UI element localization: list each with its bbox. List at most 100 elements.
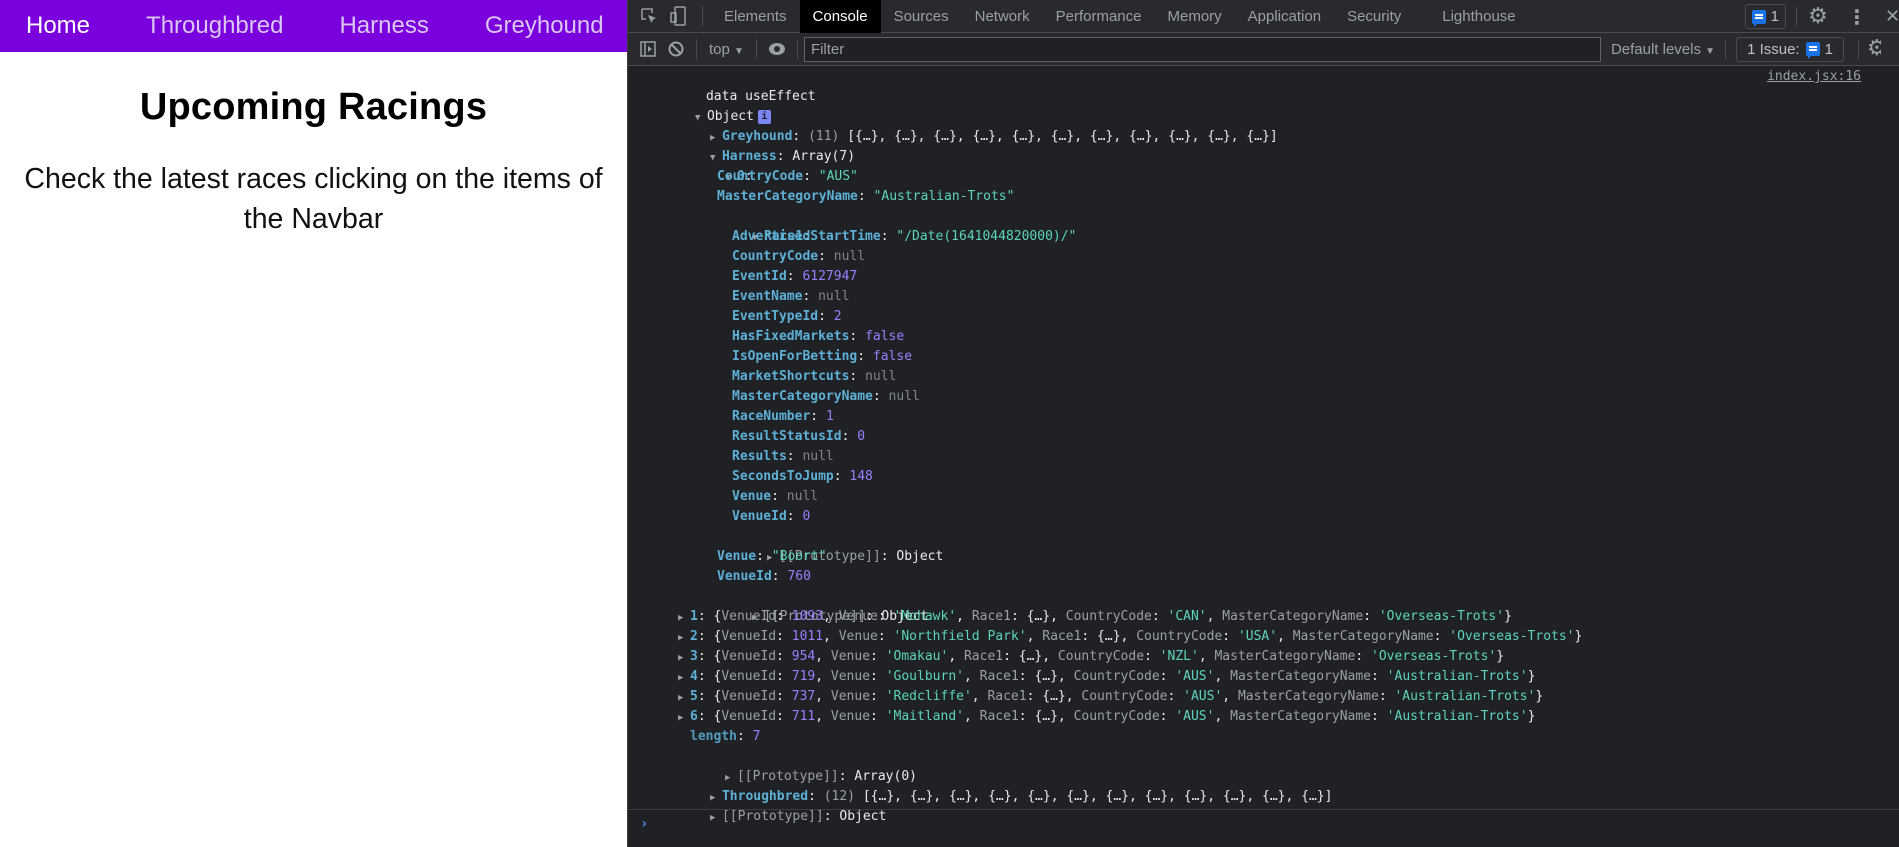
harness-item-row[interactable]: ▶ 4: {VenueId: 719, Venue: 'Goulburn', Ra… bbox=[628, 667, 1899, 687]
app-page: Home Throughbred Harness Greyhound Upcom… bbox=[0, 0, 627, 847]
prop-value: null bbox=[802, 449, 834, 464]
prop-value: 0 bbox=[857, 429, 866, 444]
harness-item-row[interactable]: ▶ 5: {VenueId: 737, Venue: 'Redcliffe', R… bbox=[628, 687, 1899, 707]
preview-key: Venue bbox=[830, 709, 871, 724]
collapsed-arrow-icon[interactable]: ▶ bbox=[678, 668, 690, 688]
prop-value: 2 bbox=[833, 309, 842, 324]
prop-key: VenueId bbox=[717, 569, 772, 584]
race1-prop-row: EventId: 6127947 bbox=[732, 269, 858, 284]
harness-item-row[interactable]: ▶ 1: {VenueId: 1093, Venue: 'Mohawk', Rac… bbox=[628, 607, 1899, 627]
prop-value: 0 bbox=[802, 509, 811, 524]
tab-application[interactable]: Application bbox=[1235, 0, 1334, 33]
prop-key: CountryCode bbox=[717, 169, 804, 184]
preview-value: 'Overseas-Trots' bbox=[1449, 629, 1575, 644]
tree-root[interactable]: ▼ Object i bbox=[628, 87, 1899, 124]
prop-value: "/Date(1641044820000)/" bbox=[896, 229, 1077, 244]
filter-input[interactable] bbox=[803, 36, 1601, 62]
divider bbox=[696, 39, 697, 59]
tab-console[interactable]: Console bbox=[799, 0, 881, 33]
tab-sources[interactable]: Sources bbox=[881, 0, 962, 33]
issues-button[interactable]: 1 Issue: 1 bbox=[1736, 36, 1844, 62]
prop-key: length bbox=[690, 729, 737, 744]
preview-key: Race1 bbox=[963, 649, 1004, 664]
prop-key: MasterCategoryName bbox=[717, 189, 858, 204]
preview-key: VenueId bbox=[721, 709, 777, 724]
nav-greyhound[interactable]: Greyhound bbox=[485, 12, 604, 40]
log-message: data useEffect index.jsx:16 bbox=[628, 67, 1899, 104]
nav-throughbred[interactable]: Throughbred bbox=[146, 12, 283, 40]
preview-key: CountryCode bbox=[1073, 669, 1160, 684]
close-icon[interactable]: ✕ bbox=[1885, 6, 1899, 27]
harness-item-row[interactable]: ▶ 2: {VenueId: 1011, Venue: 'Northfield P… bbox=[628, 627, 1899, 647]
tree-prototype[interactable]: ▶ [[Prototype]]: Object bbox=[628, 527, 1899, 564]
message-icon bbox=[1805, 42, 1820, 59]
preview-value: 719 bbox=[791, 669, 816, 684]
tree-greyhound[interactable]: ▶ Greyhound: (11) [{…}, {…}, {…}, {…}, {…… bbox=[628, 107, 1899, 144]
preview-value: 'AUS' bbox=[1175, 709, 1215, 724]
collapsed-arrow-icon[interactable]: ▶ bbox=[678, 708, 690, 728]
collapsed-arrow-icon[interactable]: ▶ bbox=[678, 648, 690, 668]
preview-key: Race1 bbox=[971, 609, 1011, 624]
tab-elements[interactable]: Elements bbox=[711, 0, 800, 33]
divider bbox=[755, 39, 757, 59]
messages-badge-button[interactable]: 1 bbox=[1744, 4, 1786, 29]
prop-key: MarketShortcuts bbox=[732, 369, 850, 384]
prop-row: MasterCategoryName: "Australian-Trots" bbox=[717, 189, 1015, 204]
preview-key: CountryCode bbox=[1065, 609, 1152, 624]
tab-lighthouse[interactable]: Lighthouse bbox=[1429, 0, 1528, 33]
clear-console-icon[interactable] bbox=[662, 33, 690, 66]
console-sidebar-icon[interactable] bbox=[634, 33, 662, 66]
tree-race1[interactable]: ▼ Race1: bbox=[628, 207, 1899, 244]
preview-key: Venue bbox=[830, 649, 871, 664]
console-prompt[interactable]: › bbox=[628, 809, 1899, 847]
console-settings-gear-icon[interactable]: ⚙ bbox=[1867, 38, 1881, 60]
device-toolbar-icon[interactable] bbox=[664, 0, 694, 33]
prop-value: null bbox=[888, 389, 920, 404]
collapsed-arrow-icon[interactable]: ▶ bbox=[678, 608, 690, 628]
gear-icon[interactable]: ⚙ bbox=[1807, 5, 1829, 28]
harness-item-row[interactable]: ▶ 3: {VenueId: 954, Venue: 'Omakau', Race… bbox=[628, 647, 1899, 667]
tab-memory[interactable]: Memory bbox=[1155, 0, 1235, 33]
tree-prototype[interactable]: ▶ [[Prototype]]: Object bbox=[628, 587, 1899, 624]
preview-value: 737 bbox=[791, 689, 816, 704]
tree-prototype[interactable]: ▶ [[Prototype]]: Object bbox=[628, 787, 1899, 824]
nav-harness[interactable]: Harness bbox=[339, 12, 428, 40]
divider bbox=[796, 39, 798, 59]
preview-key: MasterCategoryName bbox=[1230, 669, 1372, 684]
harness-item-row[interactable]: ▶ 6: {VenueId: 711, Venue: 'Maitland', Ra… bbox=[628, 707, 1899, 727]
prop-value: 760 bbox=[787, 569, 811, 584]
race1-prop-row: RaceNumber: 1 bbox=[732, 409, 834, 424]
issues-label: 1 Issue: bbox=[1747, 40, 1800, 58]
kebab-menu-icon[interactable]: ⋮ bbox=[1847, 5, 1867, 29]
preview-value: 'Northfield Park' bbox=[893, 629, 1027, 644]
preview-value: 'CAN' bbox=[1167, 609, 1207, 624]
tab-performance[interactable]: Performance bbox=[1043, 0, 1155, 33]
tree-throughbred[interactable]: ▶ Throughbred: (12) [{…}, {…}, {…}, {…}, … bbox=[628, 767, 1899, 804]
log-levels-select[interactable]: Default levels ▼ bbox=[1611, 41, 1715, 58]
preview-value: 'Redcliffe' bbox=[885, 689, 972, 704]
tree-prototype[interactable]: ▶ [[Prototype]]: Array(0) bbox=[628, 747, 1899, 784]
devtools-tabbar: Elements Console Sources Network Perform… bbox=[628, 0, 1899, 33]
prop-row: CountryCode: "AUS" bbox=[717, 169, 858, 184]
source-link[interactable]: index.jsx:16 bbox=[1767, 67, 1861, 87]
preview-value: 'Omakau' bbox=[885, 649, 949, 664]
preview-value: 'AUS' bbox=[1175, 669, 1215, 684]
race1-prop-row: Results: null bbox=[732, 449, 834, 464]
prop-key: Venue bbox=[717, 549, 757, 564]
collapsed-arrow-icon[interactable]: ▶ bbox=[678, 628, 690, 648]
tree-harness-item-0[interactable]: ▼ 0: bbox=[628, 147, 1899, 184]
preview-value: 'Overseas-Trots' bbox=[1378, 609, 1505, 624]
nav-home[interactable]: Home bbox=[26, 12, 90, 40]
tree-harness[interactable]: ▼ Harness: Array(7) bbox=[628, 127, 1899, 164]
collapsed-arrow-icon[interactable]: ▶ bbox=[678, 688, 690, 708]
preview-key: Race1 bbox=[979, 669, 1019, 684]
inspect-element-icon[interactable] bbox=[634, 0, 664, 33]
live-expression-icon[interactable] bbox=[763, 33, 791, 66]
preview-value: 'Mohawk' bbox=[893, 609, 957, 624]
context-select[interactable]: top ▼ bbox=[703, 41, 750, 58]
tab-security[interactable]: Security bbox=[1334, 0, 1429, 33]
tab-network[interactable]: Network bbox=[962, 0, 1043, 33]
item-index: 1 bbox=[690, 609, 698, 624]
preview-value: 'Australian-Trots' bbox=[1386, 669, 1528, 684]
divider bbox=[1796, 6, 1797, 27]
